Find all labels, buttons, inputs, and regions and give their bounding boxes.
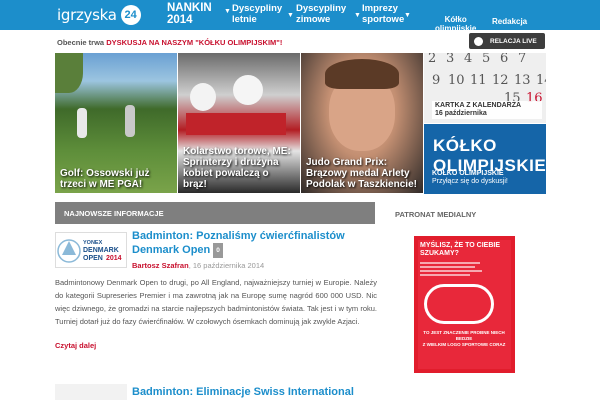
nav-item-winter-sports[interactable]: Dyscypliny zimowe ▼: [296, 3, 361, 25]
nav-item-nankin[interactable]: NANKIN 2014 ▼: [167, 2, 231, 26]
running-track-icon: [424, 284, 494, 324]
logo-brand: YONEX: [83, 240, 103, 246]
media-patronage-ad[interactable]: MYŚLISZ, ŻE TO CIEBIE SZUKAMY? TO JEST Z…: [414, 236, 515, 373]
calendar-number: 13: [514, 73, 531, 88]
nav-imprezy-label: Imprezy sportowe: [362, 3, 405, 25]
live-dot-icon: [474, 36, 483, 46]
hero-tile-caption: Golf: Ossowski już trzeci w ME PGA!: [60, 168, 150, 190]
nav-letnie-label: Dyscypliny letnie: [232, 3, 283, 25]
ad-text-line: [420, 270, 482, 272]
golfer-figure: [125, 105, 135, 137]
read-more-link[interactable]: Czytaj dalej: [55, 341, 96, 350]
calendar-number: 9: [432, 73, 441, 88]
ad-text-line: [420, 274, 470, 276]
hero-tile-cycling[interactable]: Kolarstwo torowe, ME: Sprinterzy i druży…: [178, 53, 300, 193]
article-meta: Bartosz Szafran, 16 października 2014: [132, 261, 264, 270]
site-logo[interactable]: igrzyska 24: [57, 5, 141, 25]
tree-shape: [55, 53, 83, 93]
article-title[interactable]: Badminton: Eliminacje Swiss Internationa…: [132, 386, 354, 398]
article-thumbnail[interactable]: YONEX DENMARK OPEN 2014: [55, 232, 127, 268]
comment-count-badge[interactable]: 0: [213, 243, 223, 258]
nav-item-olympic-circle[interactable]: Kółko olimpijskie: [435, 15, 476, 33]
chevron-down-icon: ▼: [287, 12, 294, 19]
calendar-caption-date: 16 października: [435, 110, 487, 117]
ticker-prefix: Obecnie trwa: [57, 38, 107, 47]
calendar-number: 10: [448, 73, 465, 88]
hero-tile-golf[interactable]: Golf: Ossowski już trzeci w ME PGA!: [55, 53, 177, 193]
nav-item-sport-events[interactable]: Imprezy sportowe ▼: [362, 3, 411, 25]
calendar-number: 14: [536, 73, 546, 88]
article-title[interactable]: Badminton: Poznaliśmy ćwierćfinalistów D…: [132, 230, 362, 258]
article-author[interactable]: Bartosz Szafran: [132, 261, 189, 270]
article-title-text[interactable]: Badminton: Poznaliśmy ćwierćfinalistów D…: [132, 230, 345, 256]
logo-line1: DENMARK: [83, 247, 119, 254]
calendar-number: 5: [482, 53, 491, 66]
cyclist-helmet: [190, 83, 216, 111]
olympic-circle-caption: KÓŁKO OLIMPIJSKIE Przyłącz się do dyskus…: [432, 170, 508, 186]
athlete-hair: [325, 59, 399, 89]
logo-year: 2014: [106, 255, 122, 262]
olympic-circle-tile[interactable]: KÓŁKO OLIMPIJSKIE KÓŁKO OLIMPIJSKIE Przy…: [424, 124, 546, 194]
ticker-bar: Obecnie trwa DYSKUSJA NA NASZYM "KÓŁKU O…: [57, 38, 282, 47]
golfer-figure: [77, 108, 87, 138]
ad-headline: MYŚLISZ, ŻE TO CIEBIE SZUKAMY?: [420, 242, 500, 257]
calendar-number: 12: [492, 73, 509, 88]
hero-tile-caption: Kolarstwo torowe, ME: Sprinterzy i druży…: [183, 146, 291, 190]
calendar-tile[interactable]: 2 3 4 5 6 7 9 10 11 12 13 14 15 16 KARTK…: [424, 53, 546, 123]
nav-item-summer-sports[interactable]: Dyscypliny letnie ▼: [232, 3, 294, 25]
ad-text-line: [420, 262, 480, 264]
chevron-down-icon: ▼: [354, 12, 361, 19]
chevron-down-icon: ▼: [224, 8, 231, 15]
hero-tile-judo[interactable]: Judo Grand Prix: Brązowy medal Arlety Po…: [301, 53, 423, 193]
calendar-caption: KARTKA Z KALENDARZA 16 października: [432, 101, 542, 119]
cyclist-jersey: [186, 113, 286, 135]
calendar-number: 2: [428, 53, 437, 66]
calendar-number: 4: [464, 53, 473, 66]
logo-badge: 24: [120, 5, 141, 25]
chevron-down-icon: ▼: [404, 12, 411, 19]
olympic-circle-caption-sub: Przyłącz się do dyskusji!: [432, 178, 508, 185]
article-thumbnail[interactable]: [55, 384, 127, 400]
ad-bottom-text: TO JEST ZNACZENIE PROBNE NIECH BEDZIE Z …: [422, 330, 506, 347]
calendar-number: 11: [470, 73, 487, 88]
live-coverage-button[interactable]: RELACJA LIVE: [469, 33, 545, 49]
logo-text: igrzyska: [57, 6, 117, 24]
ad-text-line: [420, 266, 475, 268]
calendar-number: 3: [446, 53, 455, 66]
nav-zimowe-label: Dyscypliny zimowe: [296, 3, 347, 25]
latest-news-header: NAJNOWSZE INFORMACJE: [55, 202, 375, 224]
logo-line2: OPEN: [83, 255, 103, 262]
nav-nankin-label: NANKIN 2014: [167, 2, 212, 26]
calendar-number: 6: [500, 53, 509, 66]
article-date: , 16 października 2014: [188, 261, 265, 270]
cyclist-helmet: [233, 75, 263, 105]
denmark-open-logo: YONEX DENMARK OPEN 2014: [57, 239, 122, 263]
hero-tile-caption: Judo Grand Prix: Brązowy medal Arlety Po…: [306, 157, 417, 190]
article-excerpt: Badmintonowy Denmark Open to drugi, po A…: [55, 278, 377, 326]
top-navigation-bar: igrzyska 24 NANKIN 2014 ▼ Dyscypliny let…: [0, 0, 600, 33]
media-patronage-header: PATRONAT MEDIALNY: [395, 210, 477, 219]
calendar-number: 7: [518, 53, 527, 66]
olympic-circle-caption-title: KÓŁKO OLIMPIJSKIE: [432, 170, 504, 177]
nav-item-editorial[interactable]: Redakcja: [492, 16, 527, 27]
live-button-label: RELACJA LIVE: [490, 37, 537, 45]
calendar-caption-title: KARTKA Z KALENDARZA: [435, 102, 522, 109]
ticker-link[interactable]: DYSKUSJA NA NASZYM "KÓŁKU OLIMPIJSKIM"!: [106, 38, 282, 47]
